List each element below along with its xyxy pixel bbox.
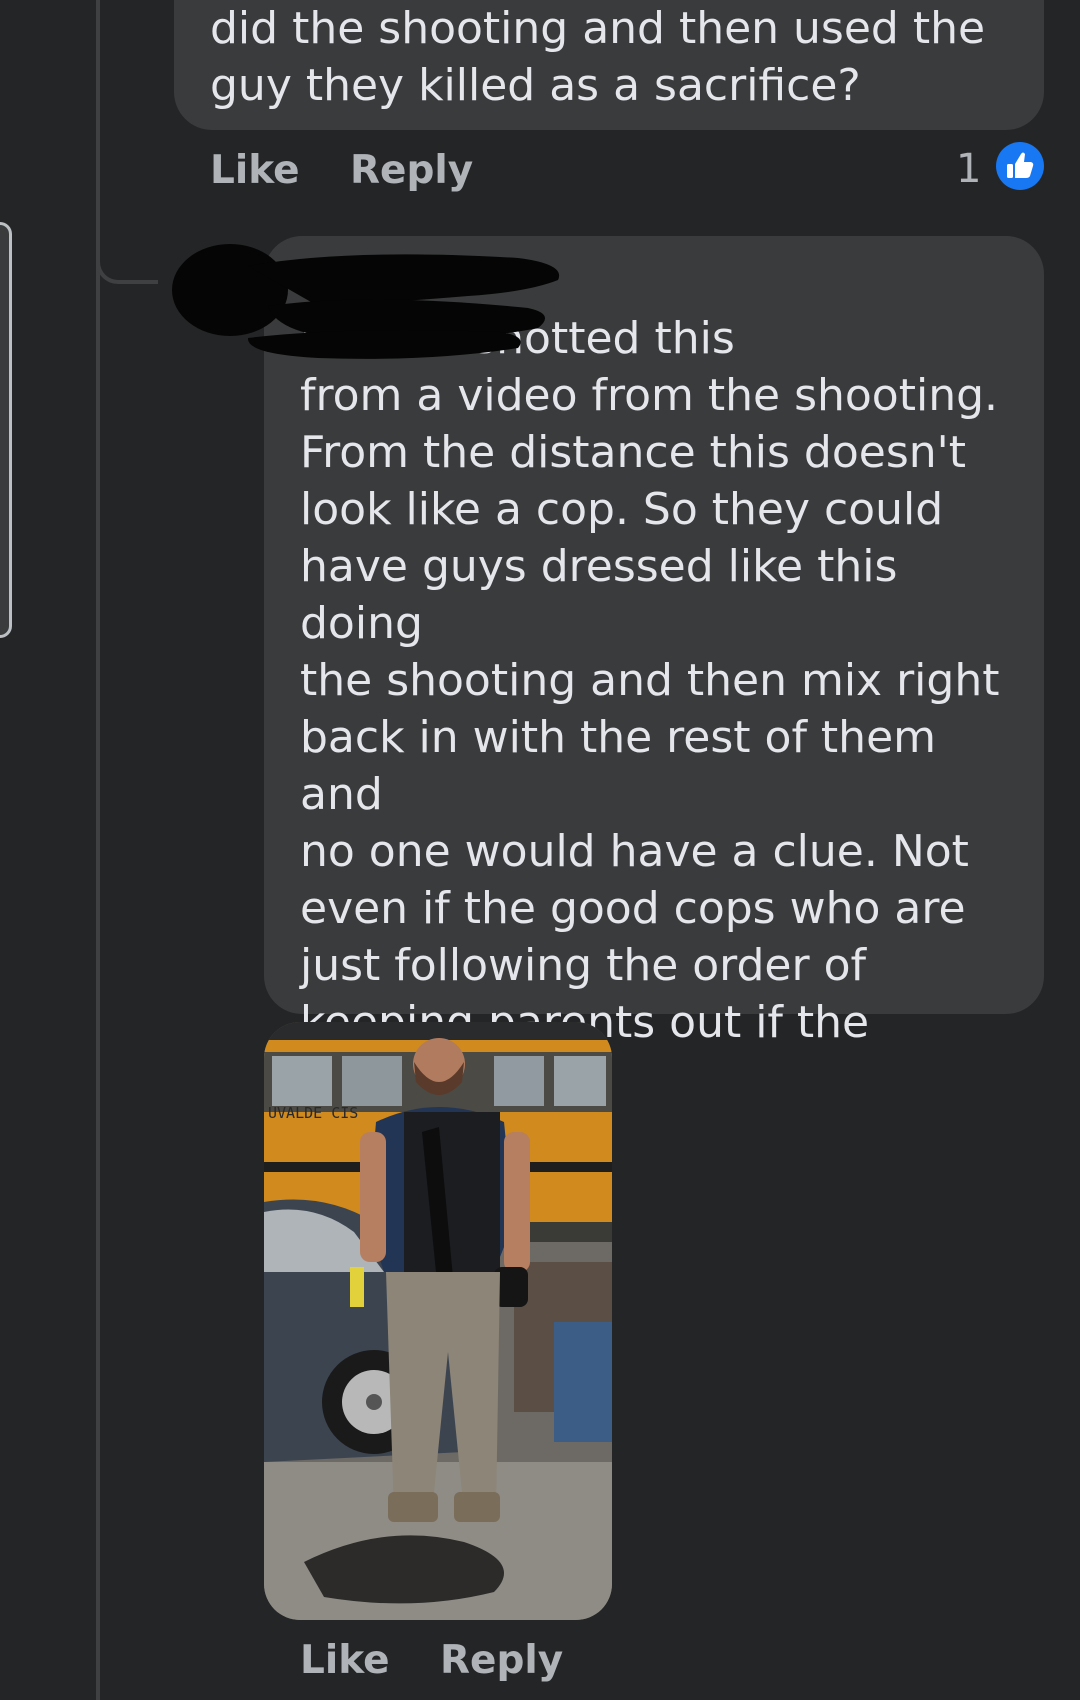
- comment-bubble: did the shooting and then used the guy t…: [174, 0, 1044, 130]
- bus-sign-text: UVALDE CIS: [268, 1104, 358, 1122]
- scroll-tab[interactable]: [0, 222, 12, 638]
- comment-text: did the shooting and then used the guy t…: [210, 3, 986, 111]
- reply-button[interactable]: Reply: [350, 148, 473, 193]
- like-thumbs-up-icon: [996, 142, 1044, 190]
- reaction-count: 1: [956, 146, 982, 192]
- like-button[interactable]: Like: [300, 1638, 390, 1683]
- like-button[interactable]: Like: [210, 148, 300, 193]
- attached-photo[interactable]: UVALDE CIS: [264, 1022, 612, 1620]
- reply-button[interactable]: Reply: [440, 1638, 563, 1683]
- redacted-author: [172, 244, 560, 359]
- reply-connector: [96, 220, 158, 284]
- comment-thread: did the shooting and then used the guy t…: [0, 0, 1080, 1700]
